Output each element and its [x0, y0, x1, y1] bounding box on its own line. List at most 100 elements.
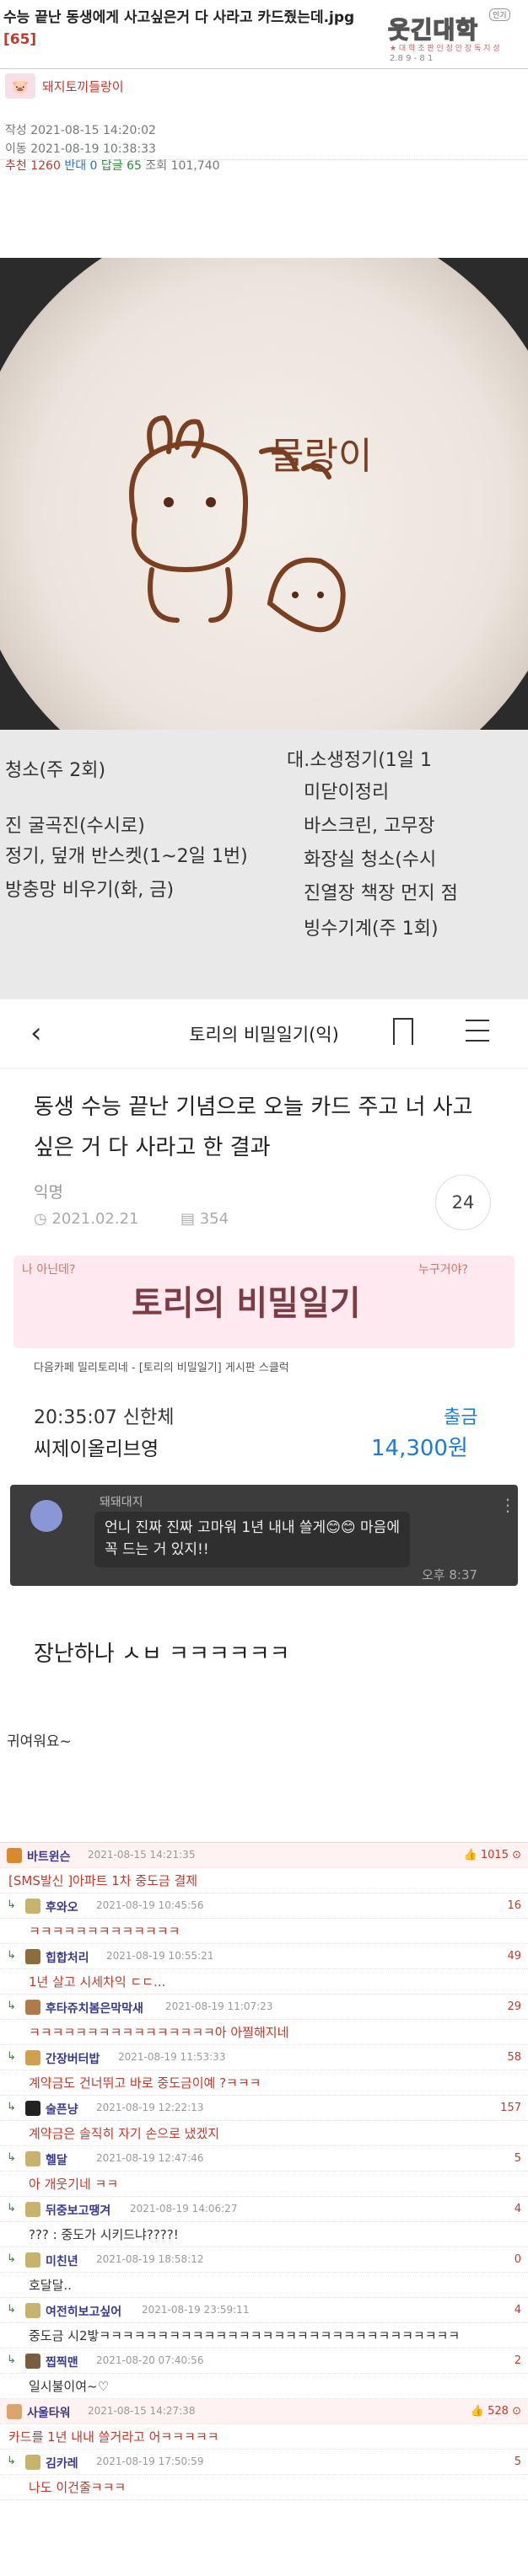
- comment-text: 계약금은 솔직히 자기 손으로 냈겠지: [0, 2121, 528, 2146]
- comment-text: ??? : 중도가 시키드냐????!: [0, 2222, 528, 2247]
- more-icon[interactable]: ⋮: [499, 1495, 516, 1515]
- cafe-banner: 나 아닌데? 토리의 비밀일기 누구거야?: [13, 1256, 515, 1348]
- comment-header: ↳ 간장버터밥 2021-08-19 11:53:33 58: [0, 2045, 528, 2070]
- bookmark-icon[interactable]: [393, 1018, 413, 1045]
- cafe-post-title: 동생 수능 끝난 기념으로 오늘 카드 주고 너 사고 싶은 거 다 사라고 한…: [34, 1095, 473, 1160]
- reply-icon: ↳: [7, 2303, 16, 2316]
- post-title[interactable]: 수능 끝난 동생에게 사고싶은거 다 사라고 카드줬는데.jpg [65]: [3, 7, 358, 51]
- comment-date: 2021-08-19 10:45:56: [96, 1899, 204, 1911]
- comment-likes[interactable]: 👍 1015 ⊙: [464, 1849, 521, 1861]
- commenter-name[interactable]: 뒤중보고땡겨: [46, 2202, 110, 2219]
- commenter-avatar[interactable]: [25, 2455, 40, 2470]
- author-avatar[interactable]: 🐷: [5, 73, 35, 99]
- chat-bubble: 언니 진짜 진짜 고마워 1년 내내 쓸게😊😊 마음에 꼭 드는 거 있지!!: [94, 1512, 410, 1567]
- cafe-nav-title: 토리의 비밀일기(익): [189, 1025, 339, 1045]
- commenter-name[interactable]: 후타쥬치봄은막막새: [46, 2000, 143, 2016]
- checklist-paper: 대.소생정기(1일 1 청소(주 2회) 미닫이정리 진 굴곡진(수시로) 바스…: [0, 730, 528, 999]
- reply-icon: ↳: [7, 1949, 16, 1962]
- commenter-avatar[interactable]: [25, 2354, 40, 2369]
- comment-header: ↳ 미친년 2021-08-19 18:58:12 0: [0, 2247, 528, 2273]
- comment-text: 일시불이여~♡: [0, 2374, 528, 2399]
- reply-icon: ↳: [7, 2252, 16, 2265]
- reply-icon: ↳: [7, 2151, 16, 2164]
- commenter-avatar[interactable]: [25, 2050, 40, 2065]
- site-logo[interactable]: 웃긴대학 인기 ★ 대 학 조 판 인 정 안 장 독 지 성 2.8 9 - …: [376, 5, 525, 66]
- reply-icon: ↳: [7, 2000, 16, 2012]
- banner-right: 누구거야?: [418, 1263, 468, 1277]
- commenter-avatar[interactable]: [25, 2303, 40, 2318]
- commenter-name[interactable]: 김카레: [46, 2455, 78, 2472]
- comment-likes[interactable]: 5: [515, 2456, 521, 2468]
- post-title-text[interactable]: 수능 끝난 동생에게 사고싶은거 다 사라고 카드줬는데.jpg: [3, 9, 354, 26]
- comment-likes[interactable]: 4: [515, 2304, 521, 2316]
- commenter-name[interactable]: 술픈냥: [46, 2101, 78, 2118]
- recommend-count: 1260: [30, 159, 61, 173]
- comment-text: 1년 살고 시세차익 ㄷㄷ...: [0, 1969, 528, 1995]
- menu-icon[interactable]: [466, 1020, 489, 1050]
- logo-brand: 웃긴대학: [387, 15, 479, 45]
- post-header: 수능 끝난 동생에게 사고싶은거 다 사라고 카드줬는데.jpg [65] 웃긴…: [0, 0, 528, 69]
- answer-count: 65: [127, 159, 142, 173]
- commenter-avatar[interactable]: [25, 2202, 40, 2217]
- commenter-name[interactable]: 찝찍맨: [46, 2354, 78, 2370]
- moved-date: 이동 2021-08-19 10:38:33: [5, 142, 156, 156]
- comment-likes[interactable]: 5: [515, 2152, 521, 2165]
- banner-left: 나 아닌데?: [22, 1263, 76, 1277]
- comment-header: ↳ 김카레 2021-08-19 17:50:59 5: [0, 2450, 528, 2475]
- comment-likes[interactable]: 16: [507, 1899, 521, 1912]
- comment-count[interactable]: [65]: [3, 31, 36, 48]
- latte-text: 물랑이: [270, 435, 372, 478]
- oppose-count: 0: [89, 159, 98, 173]
- comment-likes[interactable]: 0: [515, 2253, 521, 2266]
- comment-date: 2021-08-19 14:06:27: [130, 2203, 238, 2215]
- commenter-name[interactable]: 바트윈슨: [27, 1848, 71, 1865]
- cafe-comment-count[interactable]: 24: [435, 1175, 491, 1230]
- comment-likes[interactable]: 2: [515, 2354, 521, 2367]
- comment-date: 2021-08-15 14:27:38: [88, 2405, 196, 2417]
- cafe-views: ▤ 354: [180, 1210, 229, 1228]
- comment-date: 2021-08-19 10:55:21: [106, 1950, 214, 1962]
- comment-likes[interactable]: 4: [515, 2203, 521, 2215]
- comment-likes[interactable]: 157: [500, 2102, 521, 2114]
- commenter-avatar[interactable]: [25, 2252, 40, 2268]
- reply-icon: ↳: [7, 2202, 16, 2215]
- comment-header: ↳ 힙합처리 2021-08-19 10:55:21 49: [0, 1944, 528, 1969]
- logo-date: 2.8 9 - 8 1: [390, 54, 434, 63]
- comment-date: 2021-08-19 11:07:23: [165, 2000, 273, 2012]
- page: 수능 끝난 동생에게 사고싶은거 다 사라고 카드줬는데.jpg [65] 웃긴…: [0, 0, 528, 2500]
- commenter-avatar[interactable]: [25, 2101, 40, 2116]
- commenter-name[interactable]: 헬달: [46, 2151, 67, 2168]
- logo-sub: ★ 대 학 조 판 인 정 안 장 독 지 성: [390, 45, 500, 53]
- comment-text: 아 개웃기네 ㅋㅋ: [0, 2172, 528, 2197]
- commenter-name[interactable]: 여전히보고싶어: [46, 2303, 121, 2320]
- cafe-author: 익명: [34, 1183, 63, 1202]
- comment-text: 카드를 1년 내내 쓸거라고 어ㅋㅋㅋㅋㅋ: [0, 2424, 528, 2450]
- commenter-name[interactable]: 미친년: [46, 2252, 78, 2269]
- post-meta: 🐷 돼지토끼들랑이 작성 2021-08-15 14:20:02 이동 2021…: [0, 69, 528, 173]
- reply-icon: ↳: [7, 2050, 16, 2063]
- commenter-name[interactable]: 사울타워: [27, 2404, 71, 2421]
- cafe-nav: ‹ 토리의 비밀일기(익): [0, 999, 528, 1068]
- chat-name: 돼돼대지: [100, 1496, 143, 1509]
- commenter-avatar[interactable]: [7, 2404, 22, 2419]
- tx-time: 20:35:07 신한체: [34, 1407, 175, 1428]
- comment-likes[interactable]: 49: [507, 1950, 521, 1963]
- comment-text: 계약금도 건너뛰고 바로 중도금이예 ?ㅋㅋㅋ: [0, 2070, 528, 2096]
- comment-likes[interactable]: 58: [507, 2051, 521, 2064]
- post-stats: 추천 1260 반대 0 답글 65 조회 101,740: [5, 159, 220, 173]
- commenter-name[interactable]: 후와오: [46, 1899, 78, 1915]
- commenter-avatar[interactable]: [25, 1949, 40, 1964]
- commenter-avatar[interactable]: [25, 1899, 40, 1914]
- commenter-name[interactable]: 힙합처리: [46, 1949, 89, 1966]
- comment-text: 호달달..: [0, 2273, 528, 2298]
- commenter-avatar[interactable]: [25, 2151, 40, 2166]
- author-block[interactable]: 🐷 돼지토끼들랑이: [5, 72, 124, 99]
- comment-header: 사울타워 2021-08-15 14:27:38 👍 528 ⊙: [0, 2399, 528, 2424]
- commenter-avatar[interactable]: [7, 1848, 22, 1863]
- commenter-avatar[interactable]: [25, 2000, 40, 2015]
- reply-icon: ↳: [7, 2354, 16, 2366]
- comment-likes[interactable]: 29: [507, 2000, 521, 2013]
- comment-likes[interactable]: 👍 528 ⊙: [471, 2405, 521, 2418]
- author-name[interactable]: 돼지토끼들랑이: [42, 78, 124, 95]
- commenter-name[interactable]: 간장버터밥: [46, 2050, 100, 2067]
